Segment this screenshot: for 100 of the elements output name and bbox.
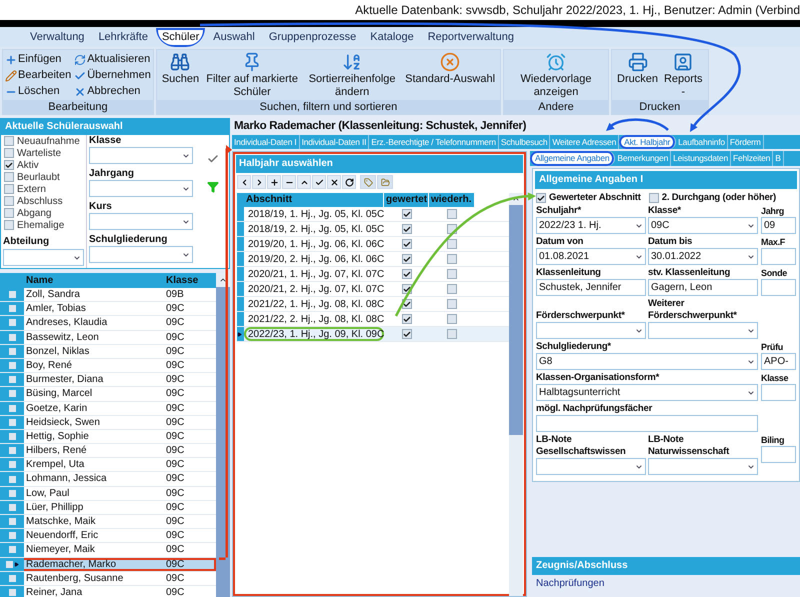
dropdown-field[interactable] [648, 458, 758, 475]
row-checkbox[interactable] [8, 532, 16, 540]
status-checkbox[interactable] [4, 208, 14, 218]
menu-tab[interactable]: Kataloge [364, 28, 420, 46]
dropdown-field[interactable] [536, 458, 646, 475]
status-checkbox[interactable] [4, 184, 14, 194]
student-row[interactable]: Boy, René 09C [0, 358, 216, 374]
dropdown-field[interactable] [3, 249, 84, 266]
ribbon-button[interactable]: Löschen [5, 84, 72, 99]
ribbon-button[interactable]: Übernehmen [74, 68, 151, 83]
menu-tab[interactable]: Gruppenprozesse [262, 28, 362, 46]
status-checkbox[interactable] [4, 160, 14, 170]
ribbon-button[interactable]: Wiedervorlage anzeigen [506, 50, 606, 100]
row-checkbox[interactable] [8, 589, 16, 596]
checkbox[interactable] [446, 254, 456, 264]
status-checkbox[interactable] [4, 136, 14, 146]
input-field[interactable] [761, 248, 796, 265]
cancel-button[interactable] [327, 175, 341, 189]
ribbon-button[interactable]: Sortierreihenfolge ändern [302, 50, 402, 100]
menu-tab[interactable]: Reportverwaltung [422, 28, 520, 46]
dropdown-field[interactable] [89, 213, 193, 230]
student-row[interactable]: Bonzel, Niklas 09C [0, 344, 216, 359]
student-row[interactable]: Büsing, Marcel 09C [0, 387, 216, 402]
student-row[interactable]: Reiner, Jana 09C [0, 586, 216, 597]
ribbon-button[interactable]: Standard-Auswahl [402, 50, 498, 100]
dropdown-field[interactable]: 2022/23 1. Hj. [536, 217, 646, 234]
checkbox[interactable] [446, 239, 456, 249]
row-checkbox[interactable] [8, 305, 16, 312]
status-checkbox[interactable] [4, 196, 14, 206]
checkbox[interactable] [446, 329, 456, 339]
student-row[interactable]: Zoll, Sandra 09B [0, 288, 216, 302]
checkbox[interactable] [402, 209, 412, 219]
checkbox[interactable] [446, 299, 456, 309]
student-row[interactable]: Hettig, Sophie 09C [0, 430, 216, 444]
row-checkbox[interactable] [8, 376, 16, 384]
student-row[interactable]: Amler, Tobias 09C [0, 302, 216, 316]
ribbon-button[interactable]: Reports - [660, 50, 706, 100]
dropdown-field[interactable]: 30.01.2022 [648, 248, 758, 265]
checkbox[interactable] [536, 193, 546, 203]
menu-tab[interactable]: Lehrkräfte [92, 28, 154, 46]
student-row[interactable]: Lohmann, Jessica 09C [0, 472, 216, 487]
dropdown-field[interactable] [89, 147, 193, 164]
scrollbar[interactable] [509, 193, 523, 596]
row-selector[interactable] [0, 558, 24, 571]
checkbox[interactable] [446, 209, 456, 219]
ribbon-button[interactable]: Einfügen [5, 52, 72, 67]
student-row[interactable]: Lüer, Phillipp 09C [0, 500, 216, 515]
ribbon-button[interactable]: Bearbeiten [5, 68, 72, 83]
checkbox[interactable] [402, 254, 412, 264]
dropdown-field[interactable]: Halbtagsunterricht [536, 384, 758, 401]
checkbox[interactable] [402, 314, 412, 324]
scroll-up-icon[interactable] [219, 276, 227, 284]
dropdown-field[interactable] [648, 322, 758, 339]
tab[interactable]: Allgemeine Angaben [530, 151, 616, 166]
row-selector[interactable] [237, 327, 244, 341]
dropdown-field[interactable]: 01.08.2021 [536, 248, 646, 265]
next-button[interactable] [252, 175, 266, 189]
checkbox[interactable] [446, 269, 456, 279]
check-icon[interactable] [207, 153, 219, 165]
link[interactable]: Nachprüfungen [532, 575, 608, 593]
row-checkbox[interactable] [8, 362, 16, 370]
input-field[interactable]: Gagern, Leon [648, 279, 758, 296]
student-row[interactable]: Bassewitz, Leon 09C [0, 330, 216, 345]
ribbon-button[interactable]: Aktualisieren [74, 52, 151, 67]
checkbox[interactable] [402, 329, 412, 339]
status-checkbox[interactable] [4, 172, 14, 182]
previous-button[interactable] [237, 175, 251, 189]
checkbox[interactable] [402, 224, 412, 234]
student-row[interactable]: Low, Paul 09C [0, 486, 216, 501]
column-header[interactable]: Name [24, 273, 164, 288]
row-checkbox[interactable] [8, 348, 16, 355]
checkbox[interactable] [402, 269, 412, 279]
column-header[interactable]: Klasse [164, 273, 216, 288]
column-header[interactable]: Abschnitt [244, 193, 384, 207]
tab[interactable]: Akt. Halbjahr [619, 135, 676, 149]
dropdown-field[interactable]: G8 [536, 353, 758, 370]
row-checkbox[interactable] [8, 546, 16, 554]
ribbon-button[interactable]: Filter auf markierte Schüler [202, 50, 302, 100]
tag-button[interactable] [360, 175, 376, 189]
ribbon-button[interactable]: Suchen [158, 50, 202, 100]
row-checkbox[interactable] [6, 560, 12, 568]
remove-button[interactable] [282, 175, 296, 189]
student-row[interactable]: Heidsieck, Swen 09C [0, 416, 216, 430]
row-checkbox[interactable] [8, 334, 16, 341]
row-checkbox[interactable] [8, 490, 16, 497]
dropdown-field[interactable] [89, 180, 193, 197]
input-field[interactable] [536, 415, 758, 432]
student-row[interactable]: Andreses, Klaudia 09C [0, 316, 216, 331]
ribbon-button[interactable]: Abbrechen [74, 84, 151, 99]
row-checkbox[interactable] [8, 447, 16, 454]
up-button[interactable] [297, 175, 311, 189]
input-field[interactable]: APO- [761, 353, 796, 370]
row-checkbox[interactable] [8, 574, 16, 582]
input-field[interactable] [761, 384, 796, 401]
checkbox[interactable] [446, 314, 456, 324]
ribbon-button[interactable]: Drucken [614, 50, 661, 100]
row-checkbox[interactable] [8, 461, 16, 468]
dropdown-field[interactable]: 09C [648, 217, 758, 234]
confirm-button[interactable] [312, 175, 326, 189]
add-button[interactable] [267, 175, 281, 189]
